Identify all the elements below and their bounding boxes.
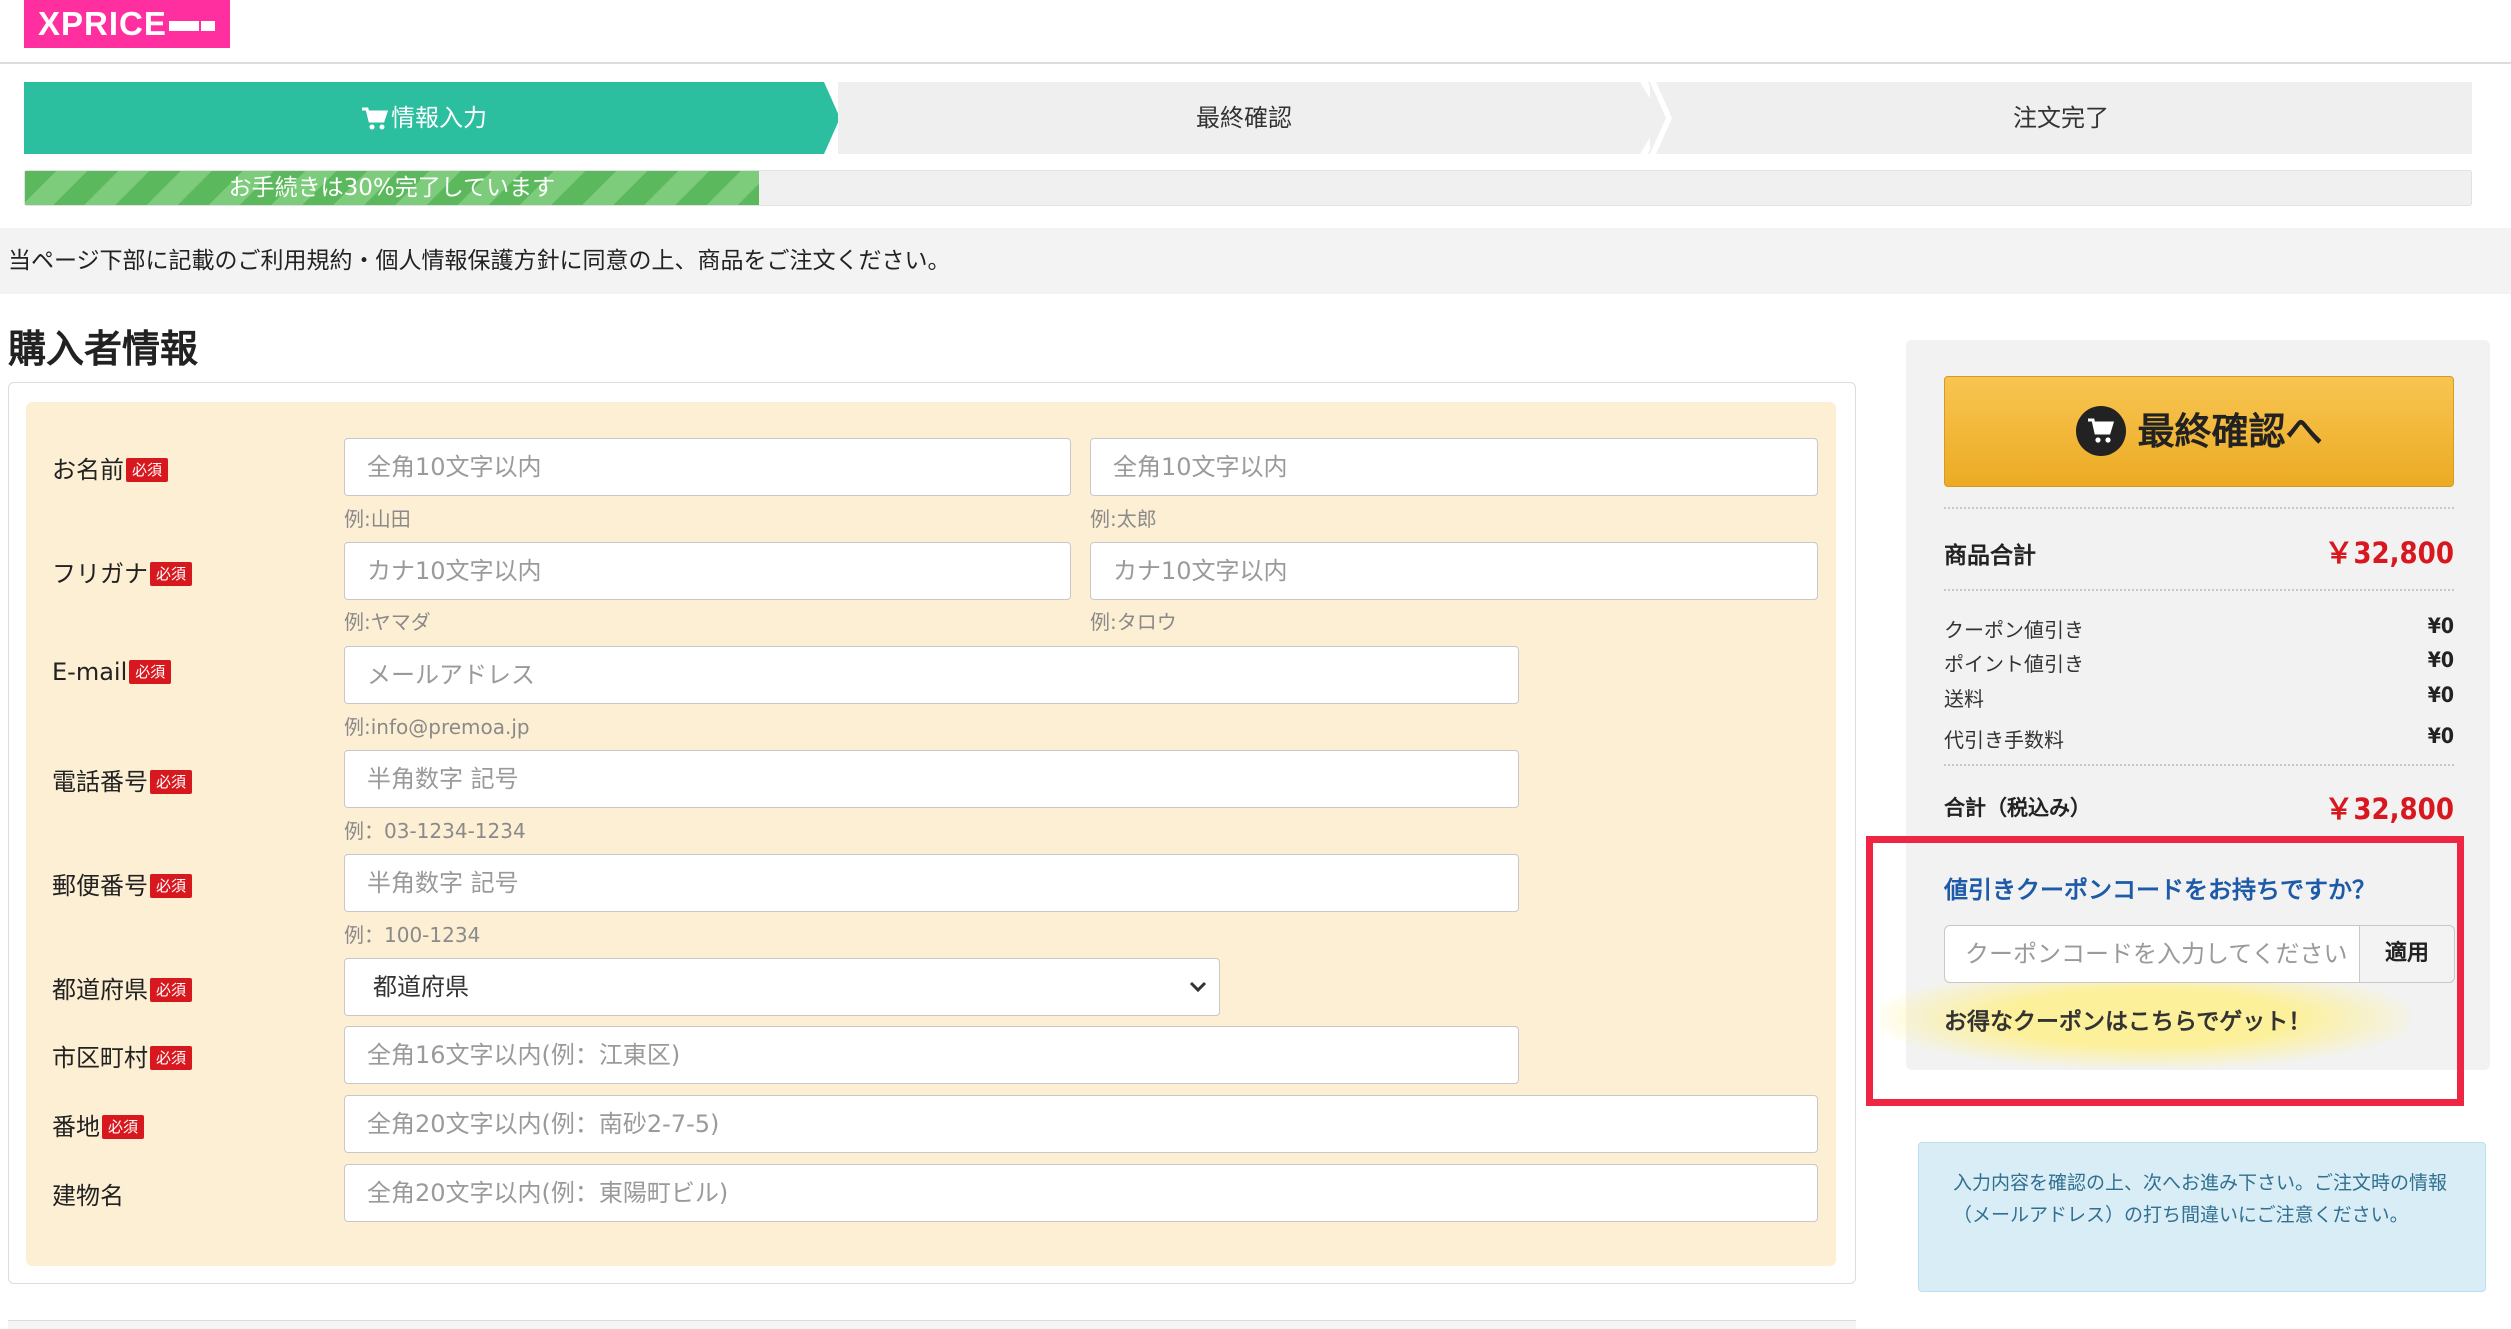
cod-fee-label: 代引き手数料: [1944, 728, 2064, 752]
logo-mark: [168, 21, 199, 32]
cart-icon: [362, 107, 389, 130]
final-confirm-button[interactable]: 最終確認へ: [1944, 376, 2454, 487]
label-text: E-mail: [52, 658, 128, 686]
step-label: 情報入力: [391, 104, 487, 132]
divider: [1944, 764, 2454, 766]
step-label: 最終確認: [1196, 104, 1292, 132]
last-name-input[interactable]: [344, 438, 1071, 496]
progress-label: お手続きは30%完了しています: [228, 175, 556, 201]
city-label: 市区町村 必須: [52, 1038, 193, 1073]
email-input[interactable]: [344, 646, 1519, 704]
label-text: 番地: [52, 1113, 100, 1141]
step-separator-2: [1650, 82, 1672, 154]
first-name-input[interactable]: [1090, 438, 1818, 496]
next-section-edge: [8, 1320, 1856, 1329]
step-order-complete: 注文完了: [1650, 82, 2472, 154]
prefecture-select[interactable]: 都道府県: [344, 958, 1220, 1016]
site-logo[interactable]: XPRICE: [24, 0, 230, 48]
label-text: 電話番号: [52, 768, 148, 796]
kana-label: フリガナ 必須: [52, 554, 193, 589]
total-label: 合計（税込み）: [1944, 796, 2091, 820]
point-discount-value: ¥0: [2427, 648, 2454, 672]
label-text: フリガナ: [52, 560, 148, 588]
info-message: 入力内容を確認の上、次へお進み下さい。ご注文時の情報（メールアドレス）の打ち間違…: [1918, 1142, 2486, 1292]
last-kana-example: 例:ヤマダ: [344, 610, 431, 634]
coupon-discount-label: クーポン値引き: [1944, 618, 2084, 642]
first-kana-input[interactable]: [1090, 542, 1818, 600]
required-badge: 必須: [150, 770, 193, 794]
checkout-steps: 情報入力 最終確認 注文完了: [24, 82, 2472, 154]
phone-example: 例：03-1234-1234: [344, 819, 526, 843]
email-example: 例:info@premoa.jp: [344, 715, 530, 739]
subtotal-label: 商品合計: [1944, 543, 2036, 569]
progress-fill: お手続きは30%完了しています: [25, 171, 759, 205]
first-kana-example: 例:タロウ: [1090, 610, 1177, 634]
terms-notice: 当ページ下部に記載のご利用規約・個人情報保護方針に同意の上、商品をご注文ください…: [0, 228, 2511, 294]
last-name-example: 例:山田: [344, 507, 411, 531]
subtotal-value: ￥32,800: [2324, 536, 2454, 570]
address-input[interactable]: [344, 1095, 1818, 1153]
building-input[interactable]: [344, 1164, 1818, 1222]
label-text: 都道府県: [52, 976, 148, 1004]
postal-label: 郵便番号 必須: [52, 866, 193, 901]
divider: [1944, 589, 2454, 591]
required-badge: 必須: [150, 874, 193, 898]
phone-label: 電話番号 必須: [52, 762, 193, 797]
step-label: 注文完了: [2013, 104, 2109, 132]
annotation-highlight-box: [1866, 836, 2464, 1106]
label-text: 建物名: [52, 1182, 124, 1210]
address-label: 番地 必須: [52, 1107, 145, 1142]
postal-example: 例：100-1234: [344, 923, 481, 947]
coupon-discount-value: ¥0: [2427, 614, 2454, 638]
shipping-label: 送料: [1944, 687, 1984, 711]
label-text: お名前: [52, 456, 124, 484]
step-info-input: 情報入力: [24, 82, 840, 154]
point-discount-label: ポイント値引き: [1944, 652, 2084, 676]
logo-text: XPRICE: [38, 5, 167, 42]
cod-fee-value: ¥0: [2427, 724, 2454, 748]
chevron-down-icon: [1189, 981, 1207, 993]
progress-bar: お手続きは30%完了しています: [24, 170, 2472, 206]
label-text: 市区町村: [52, 1044, 148, 1072]
cart-icon: [2075, 405, 2126, 456]
name-label: お名前 必須: [52, 450, 169, 485]
required-badge: 必須: [150, 978, 193, 1002]
email-label: E-mail 必須: [52, 658, 172, 686]
section-title: 購入者情報: [8, 327, 199, 371]
first-name-example: 例:太郎: [1090, 507, 1157, 531]
required-badge: 必須: [150, 1046, 193, 1070]
cta-label: 最終確認へ: [2137, 410, 2323, 453]
divider: [1944, 507, 2454, 509]
logo-mark-small: [200, 21, 215, 32]
label-text: 郵便番号: [52, 872, 148, 900]
phone-input[interactable]: [344, 750, 1519, 808]
last-kana-input[interactable]: [344, 542, 1071, 600]
site-header: XPRICE: [0, 0, 2511, 64]
prefecture-selected: 都道府県: [373, 973, 469, 1001]
required-badge: 必須: [129, 660, 172, 684]
required-badge: 必須: [150, 562, 193, 586]
postal-input[interactable]: [344, 854, 1519, 912]
building-label: 建物名: [52, 1176, 124, 1211]
required-badge: 必須: [102, 1115, 145, 1139]
city-input[interactable]: [344, 1026, 1519, 1084]
total-value: ￥32,800: [2324, 792, 2454, 826]
step-final-confirm: 最終確認: [838, 82, 1650, 154]
prefecture-label: 都道府県 必須: [52, 970, 193, 1005]
required-badge: 必須: [126, 458, 169, 482]
shipping-value: ¥0: [2427, 683, 2454, 707]
checkout-page: XPRICE 情報入力 最終確認 注文完了 お手続きは30%完了しています 当ペ…: [0, 0, 2511, 1329]
